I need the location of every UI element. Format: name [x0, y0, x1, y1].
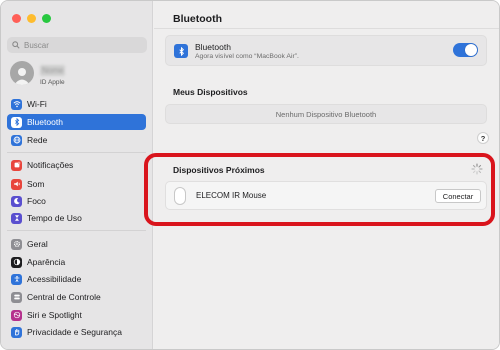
- page-title: Bluetooth: [173, 13, 222, 25]
- minimize-button[interactable]: [27, 14, 36, 23]
- accessibility-icon: [11, 273, 22, 285]
- sidebar-item-wifi[interactable]: Wi-Fi: [7, 96, 146, 112]
- sidebar-divider: [7, 152, 146, 153]
- person-icon: [14, 68, 30, 85]
- sidebar-item-label: Tempo de Uso: [27, 213, 82, 223]
- sidebar-item-label: Rede: [27, 135, 48, 145]
- sidebar-divider: [7, 230, 146, 231]
- hand-icon: [11, 326, 22, 338]
- bluetooth-icon: [174, 44, 188, 58]
- sidebar-item-label: Notificações: [27, 160, 74, 170]
- sidebar-item-notificacoes[interactable]: Notificações: [7, 157, 146, 173]
- account-name: Nome: [40, 65, 66, 76]
- globe-icon: [11, 134, 22, 146]
- bluetooth-icon: [11, 116, 22, 128]
- apple-id-account[interactable]: Nome ID Apple: [10, 60, 66, 86]
- sidebar-item-rede[interactable]: Rede: [7, 132, 146, 148]
- sidebar-item-label: Foco: [27, 196, 46, 206]
- search-placeholder: Buscar: [24, 40, 49, 50]
- hourglass-icon: [11, 212, 22, 224]
- gear-icon: [11, 238, 22, 250]
- sidebar-item-label: Central de Controle: [27, 292, 101, 302]
- close-button[interactable]: [12, 14, 21, 23]
- appearance-icon: [11, 256, 22, 268]
- control-center-icon: [11, 291, 22, 303]
- sidebar: Buscar Nome ID Apple Wi-Fi Bluetooth Red…: [1, 1, 153, 349]
- sidebar-item-acessibilidade[interactable]: Acessibilidade: [7, 271, 146, 287]
- notifications-icon: [11, 159, 22, 171]
- bluetooth-card: Bluetooth Agora visível como “MacBook Ai…: [165, 35, 487, 66]
- sidebar-item-label: Privacidade e Segurança: [27, 327, 122, 337]
- my-devices-empty: Nenhum Dispositivo Bluetooth: [165, 104, 487, 124]
- zoom-button[interactable]: [42, 14, 51, 23]
- sidebar-item-label: Bluetooth: [27, 117, 63, 127]
- sidebar-item-privacidade-e-seguranca[interactable]: Privacidade e Segurança: [7, 324, 146, 340]
- sidebar-item-bluetooth[interactable]: Bluetooth: [7, 114, 146, 130]
- avatar: [10, 61, 34, 85]
- sidebar-item-som[interactable]: Som: [7, 176, 146, 192]
- bluetooth-visibility-text: Agora visível como “MacBook Air”.: [195, 53, 299, 60]
- sidebar-item-label: Aparência: [27, 257, 66, 267]
- search-input[interactable]: Buscar: [7, 37, 147, 53]
- settings-window: Buscar Nome ID Apple Wi-Fi Bluetooth Red…: [0, 0, 500, 350]
- sidebar-item-siri-e-spotlight[interactable]: Siri e Spotlight: [7, 307, 146, 323]
- sidebar-item-foco[interactable]: Foco: [7, 193, 146, 209]
- sidebar-item-aparencia[interactable]: Aparência: [7, 254, 146, 270]
- sidebar-item-geral[interactable]: Geral: [7, 236, 146, 252]
- sidebar-item-label: Wi-Fi: [27, 99, 47, 109]
- speaker-icon: [11, 178, 22, 190]
- bluetooth-label: Bluetooth: [195, 42, 231, 52]
- sidebar-item-tempo-de-uso[interactable]: Tempo de Uso: [7, 210, 146, 226]
- bluetooth-toggle[interactable]: [453, 43, 478, 57]
- sidebar-item-label: Geral: [27, 239, 48, 249]
- toggle-knob: [465, 44, 477, 56]
- annotation-highlight: [144, 153, 495, 226]
- window-controls: [12, 14, 51, 23]
- moon-icon: [11, 195, 22, 207]
- title-divider: [154, 28, 499, 29]
- account-subtitle: ID Apple: [40, 79, 65, 86]
- wifi-icon: [11, 98, 22, 110]
- siri-icon: [11, 309, 22, 321]
- help-button[interactable]: ?: [477, 132, 489, 144]
- sidebar-item-label: Som: [27, 179, 45, 189]
- sidebar-item-label: Acessibilidade: [27, 274, 82, 284]
- my-devices-title: Meus Dispositivos: [173, 87, 248, 97]
- sidebar-item-label: Siri e Spotlight: [27, 310, 82, 320]
- search-icon: [12, 41, 20, 49]
- sidebar-item-central-de-controle[interactable]: Central de Controle: [7, 289, 146, 305]
